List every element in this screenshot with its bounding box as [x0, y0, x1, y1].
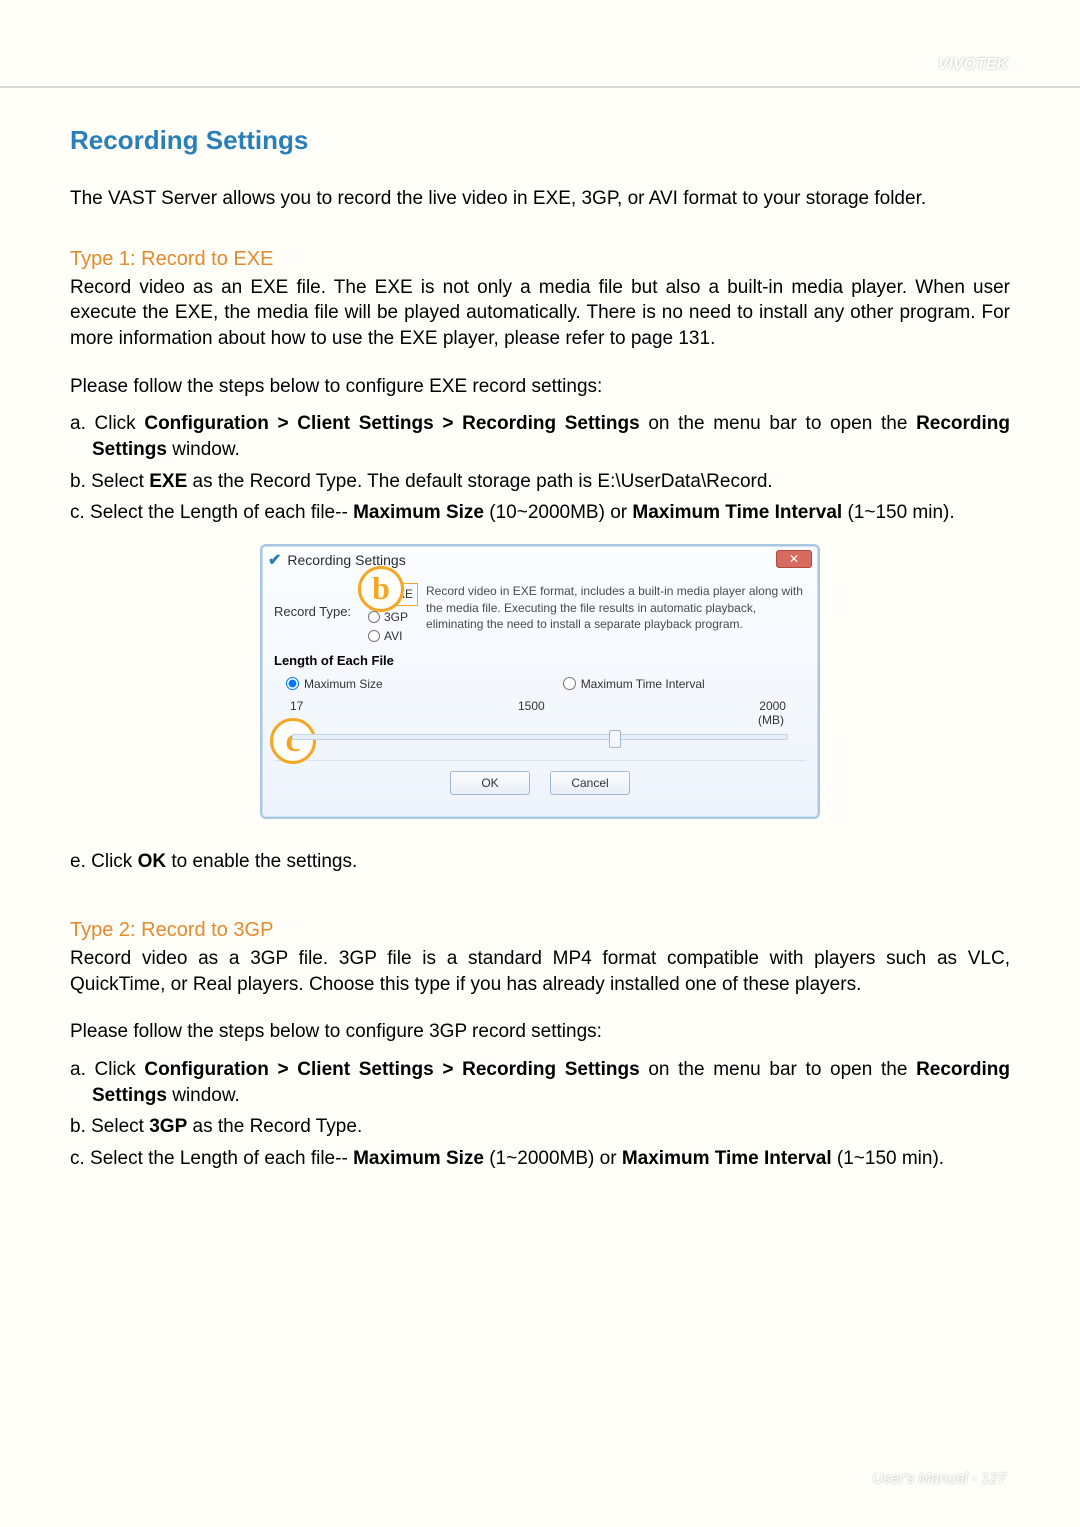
type2-lead: Please follow the steps below to configu… — [70, 1019, 1010, 1045]
cancel-button[interactable]: Cancel — [550, 771, 630, 795]
t: on the menu bar to open the — [640, 1059, 916, 1080]
type2-step-a: a. Click Configuration > Client Settings… — [70, 1057, 1010, 1108]
type1-step-e: e. Click OK to enable the settings. — [70, 849, 1010, 875]
t: c. Select the Length of each file-- — [70, 502, 353, 523]
slider-area — [274, 728, 806, 746]
length-heading: Length of Each File — [274, 652, 806, 670]
t: Configuration > Client Settings > Record… — [144, 413, 639, 434]
type2-desc: Record video as a 3GP file. 3GP file is … — [70, 946, 1010, 997]
header-rule — [0, 58, 1080, 88]
t: Cancel — [571, 776, 608, 790]
t: OK — [138, 851, 167, 872]
size-slider[interactable] — [292, 734, 788, 740]
intro-paragraph: The VAST Server allows you to record the… — [70, 186, 1010, 212]
type2-heading: Type 2: Record to 3GP — [70, 917, 1010, 944]
t: 3GP — [149, 1116, 187, 1137]
content: Recording Settings The VAST Server allow… — [0, 88, 1080, 1171]
t: window. — [167, 439, 240, 460]
type1-step-b: b. Select EXE as the Record Type. The de… — [70, 469, 1010, 495]
t: AVI — [384, 628, 402, 644]
t: OK — [481, 776, 498, 790]
dialog-title: Recording Settings — [287, 551, 405, 570]
record-type-description: Record video in EXE format, includes a b… — [426, 581, 806, 632]
type1-step-a: a. Click Configuration > Client Settings… — [70, 411, 1010, 462]
t: b. Select — [70, 1116, 149, 1137]
t: Maximum Size — [353, 1148, 484, 1169]
slider-thumb[interactable] — [609, 730, 621, 748]
t: Maximum Time Interval — [632, 502, 842, 523]
t: (1~150 min). — [842, 502, 954, 523]
type1-steps: a. Click Configuration > Client Settings… — [70, 411, 1010, 526]
t: e. Click — [70, 851, 138, 872]
t: b. Select — [70, 471, 149, 492]
t: to enable the settings. — [166, 851, 357, 872]
check-icon: ✔ — [268, 550, 281, 572]
ok-button[interactable]: OK — [450, 771, 530, 795]
page-title: Recording Settings — [70, 123, 1010, 158]
close-button[interactable]: ✕ — [776, 550, 812, 568]
scale-mid: 1500 — [518, 698, 545, 714]
record-type-row: Record Type: EXE 3GP AVI Record video in… — [274, 581, 806, 644]
t: on the menu bar to open the — [640, 413, 916, 434]
t: (1~150 min). — [832, 1148, 944, 1169]
t: a. Click — [70, 413, 144, 434]
close-icon: ✕ — [789, 552, 799, 566]
type2-step-b: b. Select 3GP as the Record Type. — [70, 1114, 1010, 1140]
length-mode-row: Maximum Size Maximum Time Interval — [274, 676, 806, 692]
type2-step-c: c. Select the Length of each file-- Maxi… — [70, 1146, 1010, 1172]
length-max-time[interactable]: Maximum Time Interval — [563, 676, 705, 692]
t: (10~2000MB) or — [484, 502, 632, 523]
page-footer: User's Manual - 127 — [872, 1470, 1006, 1487]
recording-settings-dialog: ✔ Recording Settings ✕ Record Type: EXE … — [260, 544, 820, 819]
record-type-avi[interactable]: AVI — [368, 628, 418, 644]
t: 3GP — [384, 609, 408, 625]
t: Configuration > Client Settings > Record… — [144, 1059, 639, 1080]
type2-steps: a. Click Configuration > Client Settings… — [70, 1057, 1010, 1172]
radio-max-size[interactable] — [286, 677, 299, 690]
radio-3gp[interactable] — [368, 611, 380, 623]
dialog-figure: b c ✔ Recording Settings ✕ Record Type: … — [70, 544, 1010, 819]
t: c. Select the Length of each file-- — [70, 1148, 353, 1169]
t: as the Record Type. — [187, 1116, 362, 1137]
length-max-size[interactable]: Maximum Size — [286, 676, 383, 692]
dialog-buttons: OK Cancel — [274, 760, 806, 807]
t: (1~2000MB) or — [484, 1148, 622, 1169]
t: Maximum Time Interval — [581, 676, 705, 692]
t: EXE — [149, 471, 187, 492]
dialog-titlebar: ✔ Recording Settings ✕ — [262, 546, 818, 576]
type1-heading: Type 1: Record to EXE — [70, 246, 1010, 273]
annotation-c: c — [270, 718, 316, 764]
t: Maximum Time Interval — [622, 1148, 832, 1169]
type1-step-c: c. Select the Length of each file-- Maxi… — [70, 500, 1010, 526]
page: VIVOTEK Recording Settings The VAST Serv… — [0, 0, 1080, 1527]
t: a. Click — [70, 1059, 144, 1080]
type1-desc: Record video as an EXE file. The EXE is … — [70, 275, 1010, 352]
radio-max-time[interactable] — [563, 677, 576, 690]
t: as the Record Type. The default storage … — [187, 471, 772, 492]
record-type-label: Record Type: — [274, 581, 360, 621]
t: Maximum Size — [304, 676, 383, 692]
scale-min: 17 — [290, 698, 303, 714]
dialog-body: Record Type: EXE 3GP AVI Record video in… — [262, 575, 818, 817]
scale-unit: (MB) — [274, 712, 806, 728]
radio-avi[interactable] — [368, 630, 380, 642]
t: Maximum Size — [353, 502, 484, 523]
t: window. — [167, 1085, 240, 1106]
type1-lead: Please follow the steps below to configu… — [70, 374, 1010, 400]
